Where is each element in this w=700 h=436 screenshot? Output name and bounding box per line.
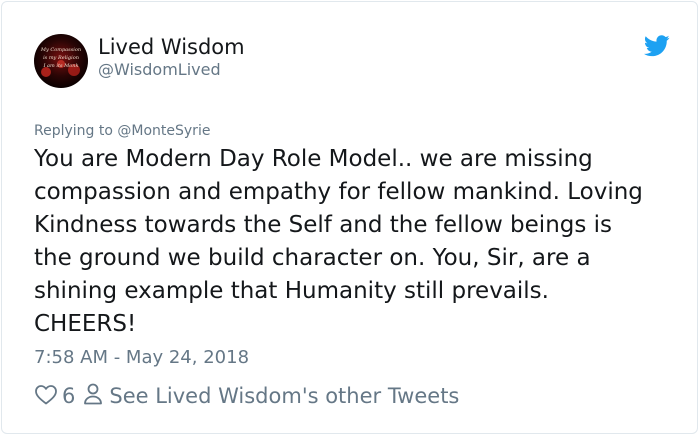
- like-button[interactable]: 6: [34, 383, 83, 410]
- see-other-tweets-label: See Lived Wisdom's other Tweets: [109, 384, 460, 408]
- see-other-tweets-link[interactable]: See Lived Wisdom's other Tweets: [83, 382, 459, 411]
- replying-to: Replying to @MonteSyrie: [34, 121, 210, 141]
- tweet-card: My Compassion is my Religion I am its Mo…: [1, 1, 698, 434]
- person-icon: [83, 382, 109, 411]
- heart-icon: [34, 383, 62, 410]
- author-name[interactable]: Lived Wisdom: [98, 33, 245, 61]
- avatar-text-line-3: I am its Monk: [42, 63, 78, 69]
- avatar-text-line-1: My Compassion: [40, 47, 81, 53]
- tweet-text: You are Modern Day Role Model.. we are m…: [34, 146, 643, 337]
- avatar-image: My Compassion is my Religion I am its Mo…: [34, 34, 88, 88]
- author-handle[interactable]: @WisdomLived: [98, 59, 221, 81]
- replying-to-label: Replying to: [34, 123, 118, 139]
- avatar-text-line-2: is my Religion: [43, 55, 79, 61]
- tweet-actions: 6 See Lived Wisdom's other Tweets: [34, 381, 459, 411]
- twitter-bird-icon[interactable]: [643, 35, 670, 59]
- reply-mention-link[interactable]: @MonteSyrie: [117, 123, 210, 139]
- like-count: 6: [62, 384, 76, 408]
- author-avatar[interactable]: My Compassion is my Religion I am its Mo…: [34, 34, 88, 88]
- tweet-timestamp[interactable]: 7:58 AM - May 24, 2018: [34, 345, 249, 371]
